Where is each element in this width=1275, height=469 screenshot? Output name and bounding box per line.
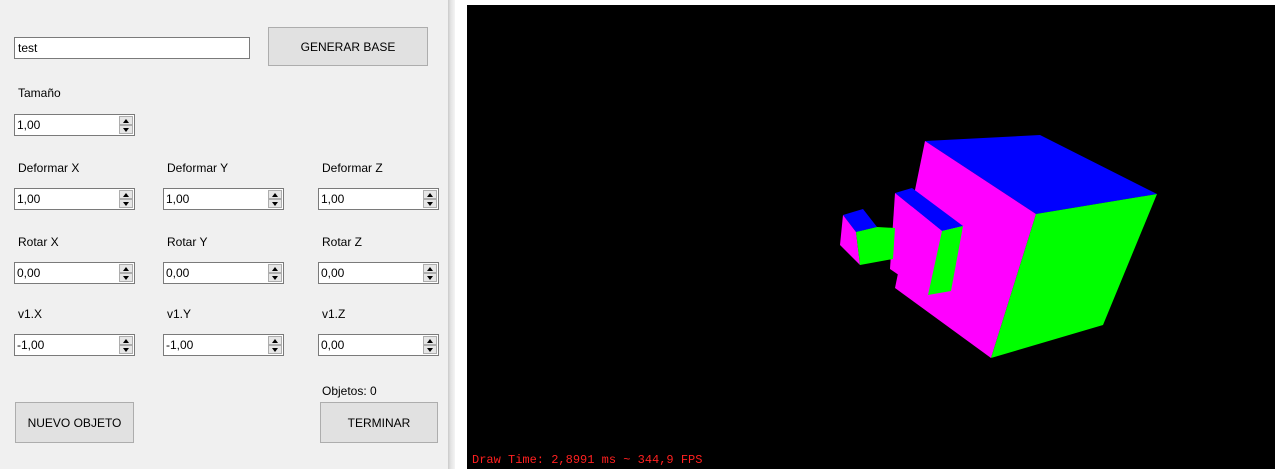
rotate-z-down-arrow-icon[interactable] — [423, 273, 437, 282]
controls-panel: GENERAR BASE Tamaño Deformar X Deformar … — [0, 0, 448, 469]
draw-time-status: Draw Time: 2,8991 ms ~ 344,9 FPS — [472, 453, 703, 467]
deform-x-up-arrow-icon[interactable] — [119, 190, 133, 199]
rotate-z-up-arrow-icon[interactable] — [423, 264, 437, 273]
deform-y-input[interactable] — [164, 189, 267, 209]
deform-y-up-arrow-icon[interactable] — [268, 190, 282, 199]
deform-z-down-arrow-icon[interactable] — [423, 199, 437, 208]
rotate-y-spinbox[interactable] — [163, 262, 284, 284]
v1z-input[interactable] — [319, 335, 422, 355]
rotate-x-input[interactable] — [15, 263, 118, 283]
rotate-z-input[interactable] — [319, 263, 422, 283]
rotate-y-down-arrow-icon[interactable] — [268, 273, 282, 282]
deform-x-label: Deformar X — [18, 161, 80, 175]
v1x-input[interactable] — [15, 335, 118, 355]
deform-z-up-arrow-icon[interactable] — [423, 190, 437, 199]
rotate-x-label: Rotar X — [18, 235, 59, 249]
v1y-label: v1.Y — [167, 307, 192, 321]
window-border — [448, 0, 455, 469]
v1y-down-arrow-icon[interactable] — [268, 345, 282, 354]
v1y-spinbox[interactable] — [163, 334, 284, 356]
v1x-label: v1.X — [18, 307, 43, 321]
v1y-up-arrow-icon[interactable] — [268, 336, 282, 345]
v1x-spinbox[interactable] — [14, 334, 135, 356]
rotate-y-up-arrow-icon[interactable] — [268, 264, 282, 273]
v1x-down-arrow-icon[interactable] — [119, 345, 133, 354]
new-object-button[interactable]: NUEVO OBJETO — [15, 402, 134, 443]
deform-z-spinbox[interactable] — [318, 188, 439, 210]
generate-base-button[interactable]: GENERAR BASE — [268, 27, 428, 66]
deform-z-label: Deformar Z — [322, 161, 383, 175]
size-up-arrow-icon[interactable] — [119, 116, 133, 125]
deform-y-down-arrow-icon[interactable] — [268, 199, 282, 208]
v1y-input[interactable] — [164, 335, 267, 355]
finish-button[interactable]: TERMINAR — [320, 402, 438, 443]
size-label: Tamaño — [18, 86, 61, 100]
size-input[interactable] — [15, 115, 118, 135]
small-cube-right-face — [856, 227, 895, 265]
v1z-label: v1.Z — [322, 307, 346, 321]
v1z-up-arrow-icon[interactable] — [423, 336, 437, 345]
rotate-z-label: Rotar Z — [322, 235, 363, 249]
v1z-down-arrow-icon[interactable] — [423, 345, 437, 354]
rotate-y-input[interactable] — [164, 263, 267, 283]
deform-x-input[interactable] — [15, 189, 118, 209]
size-spinbox[interactable] — [14, 114, 135, 136]
v1x-up-arrow-icon[interactable] — [119, 336, 133, 345]
rotate-y-label: Rotar Y — [167, 235, 208, 249]
name-input[interactable] — [14, 37, 250, 59]
deform-x-down-arrow-icon[interactable] — [119, 199, 133, 208]
size-down-arrow-icon[interactable] — [119, 125, 133, 134]
render-viewport[interactable]: Draw Time: 2,8991 ms ~ 344,9 FPS — [467, 5, 1275, 469]
deform-x-spinbox[interactable] — [14, 188, 135, 210]
rotate-x-down-arrow-icon[interactable] — [119, 273, 133, 282]
rotate-z-spinbox[interactable] — [318, 262, 439, 284]
rotate-x-spinbox[interactable] — [14, 262, 135, 284]
rotate-x-up-arrow-icon[interactable] — [119, 264, 133, 273]
deform-y-spinbox[interactable] — [163, 188, 284, 210]
objects-count: Objetos: 0 — [322, 384, 377, 398]
deform-z-input[interactable] — [319, 189, 422, 209]
v1z-spinbox[interactable] — [318, 334, 439, 356]
scene-canvas — [840, 135, 1157, 358]
deform-y-label: Deformar Y — [167, 161, 229, 175]
